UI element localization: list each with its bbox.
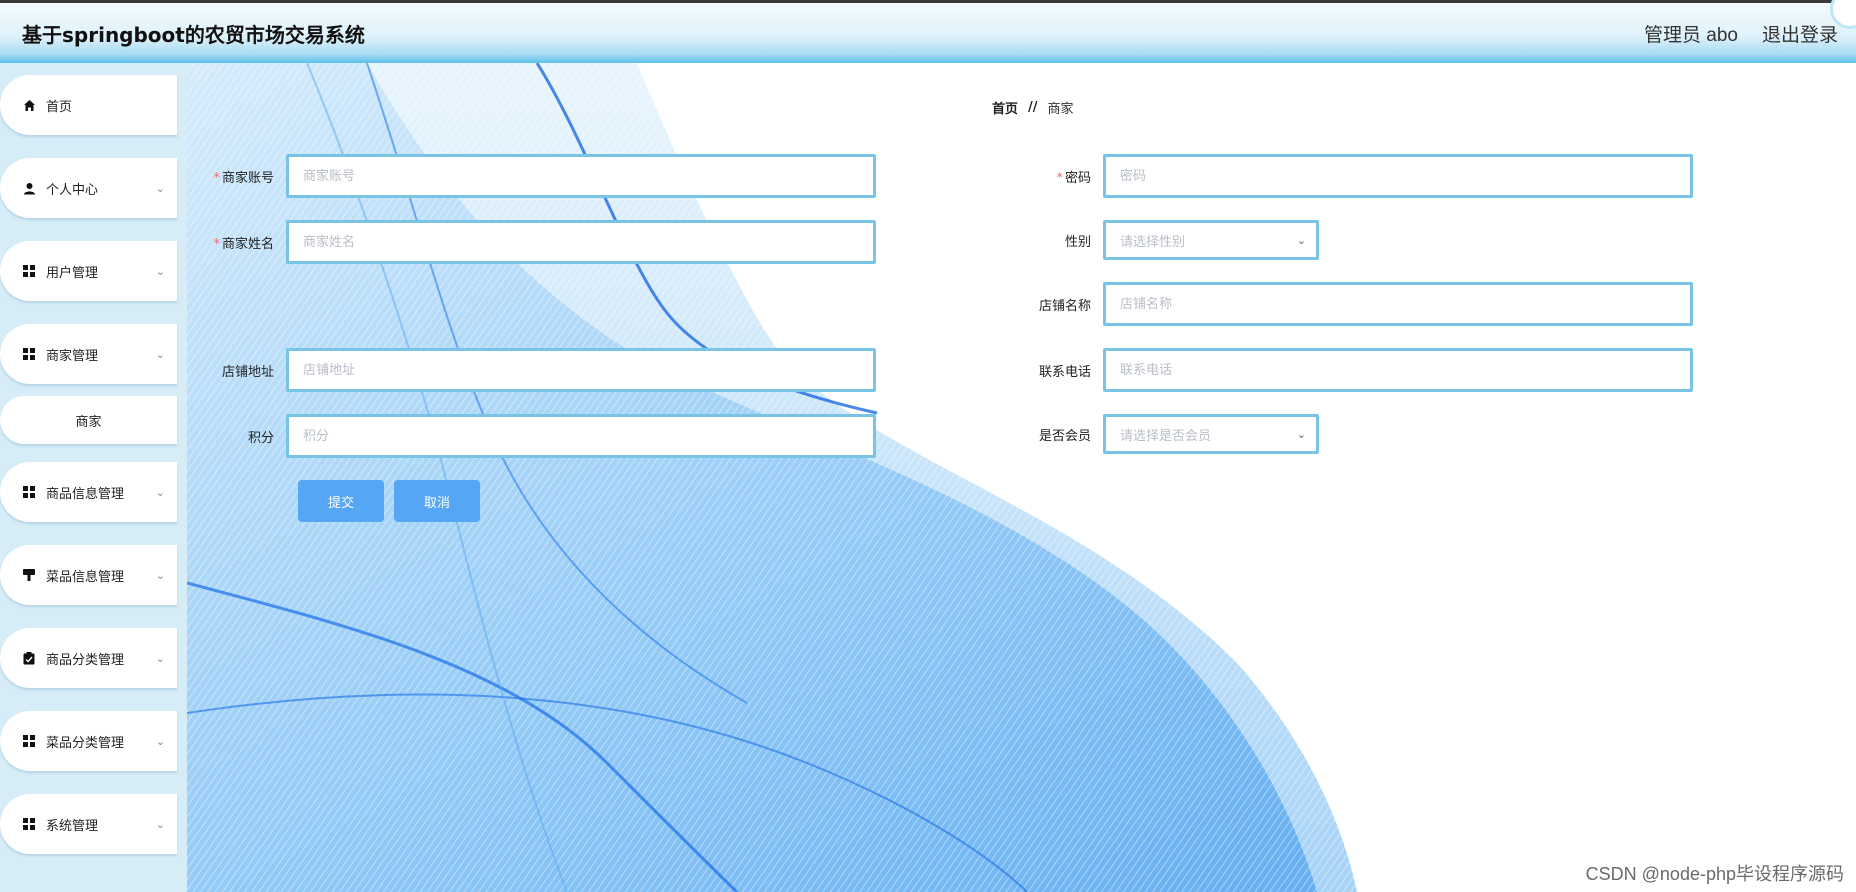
sidebar-subitem-merchant[interactable]: 商家 [0, 396, 177, 444]
chevron-down-icon: ⌄ [155, 264, 165, 278]
sidebar-item-label: 商家 [75, 414, 102, 430]
sidebar-item-system-management[interactable]: 系统管理 ⌄ [0, 794, 177, 854]
breadcrumb: 首页 // 商家 [992, 98, 1074, 117]
app-header: 基于springboot的农贸市场交易系统 管理员 abo 退出登录 [0, 0, 1856, 63]
form-row-account: * 商家账号 [186, 154, 876, 198]
form-row-member: 是否会员 请选择是否会员 ⌄ [1003, 414, 1319, 454]
sidebar-item-label: 商家管理 [46, 348, 99, 364]
phone-label: 联系电话 [1038, 364, 1091, 380]
form-row-password: * 密码 [1003, 154, 1693, 198]
member-select[interactable]: 请选择是否会员 ⌄ [1103, 414, 1319, 454]
submit-button[interactable]: 提交 [298, 480, 384, 522]
sidebar-item-label: 菜品分类管理 [46, 735, 125, 751]
phone-input[interactable] [1103, 348, 1693, 392]
sidebar-item-product-info-management[interactable]: 商品信息管理 ⌄ [0, 462, 177, 522]
current-user: 管理员 abo [1644, 24, 1738, 46]
app-title: 基于springboot的农贸市场交易系统 [22, 22, 365, 47]
points-label: 积分 [247, 430, 274, 446]
chevron-down-icon: ⌄ [155, 568, 165, 582]
clipboard-icon [22, 651, 36, 665]
name-label: * 商家姓名 [213, 236, 274, 252]
sidebar-item-home[interactable]: 首页 [0, 75, 177, 135]
chevron-down-icon: ⌄ [155, 485, 165, 499]
home-icon [22, 98, 36, 112]
sidebar-item-label: 首页 [46, 99, 73, 115]
shop-name-input[interactable] [1103, 282, 1693, 326]
breadcrumb-home[interactable]: 首页 [992, 98, 1018, 117]
breadcrumb-separator: // [1028, 100, 1038, 115]
grid-icon [22, 817, 36, 831]
form-row-shop-address: 店铺地址 [186, 348, 876, 392]
form-row-shop-name: 店铺名称 [1003, 282, 1693, 326]
name-input[interactable] [286, 220, 876, 264]
gender-label: 性别 [1064, 234, 1091, 250]
sidebar-item-label: 商品分类管理 [46, 652, 125, 668]
form-row-phone: 联系电话 [1003, 348, 1693, 392]
sidebar-item-personal-center[interactable]: 个人中心 ⌄ [0, 158, 177, 218]
sidebar-item-dish-info-management[interactable]: 菜品信息管理 ⌄ [0, 545, 177, 605]
sidebar-item-label: 菜品信息管理 [46, 569, 125, 585]
points-input[interactable] [286, 414, 876, 458]
grid-icon [22, 347, 36, 361]
sidebar-item-merchant-management[interactable]: 商家管理 ⌄ [0, 324, 177, 384]
grid-icon [22, 264, 36, 278]
sidebar-item-product-category-management[interactable]: 商品分类管理 ⌄ [0, 628, 177, 688]
chevron-down-icon: ⌄ [155, 734, 165, 748]
form-row-points: 积分 [186, 414, 876, 458]
shop-address-label: 店铺地址 [221, 364, 274, 380]
grid-icon [22, 734, 36, 748]
user-icon [22, 181, 36, 195]
password-input[interactable] [1103, 154, 1693, 198]
shop-address-input[interactable] [286, 348, 876, 392]
stamp-icon [22, 568, 36, 582]
chevron-down-icon: ⌄ [1296, 427, 1306, 441]
form-row-gender: 性别 请选择性别 ⌄ [1003, 220, 1319, 260]
chevron-down-icon: ⌄ [155, 817, 165, 831]
watermark-text: CSDN @node-php毕设程序源码 [1585, 864, 1844, 884]
chevron-down-icon: ⌄ [155, 347, 165, 361]
chevron-down-icon: ⌄ [1296, 233, 1306, 247]
chevron-down-icon: ⌄ [155, 181, 165, 195]
password-label: * 密码 [1056, 170, 1091, 186]
account-input[interactable] [286, 154, 876, 198]
sidebar-item-label: 系统管理 [46, 818, 99, 834]
sidebar: 首页 个人中心 ⌄ 用户管理 ⌄ 商家管理 ⌄ 商家 商品信息管理 ⌄ 菜品信息… [0, 63, 187, 892]
sidebar-item-label: 用户管理 [46, 265, 99, 281]
cancel-button[interactable]: 取消 [394, 480, 480, 522]
sidebar-item-label: 个人中心 [46, 182, 99, 198]
form-row-name: * 商家姓名 [186, 220, 876, 264]
breadcrumb-current: 商家 [1047, 102, 1074, 117]
gender-select[interactable]: 请选择性别 ⌄ [1103, 220, 1319, 260]
shop-name-label: 店铺名称 [1038, 298, 1091, 314]
sidebar-item-dish-category-management[interactable]: 菜品分类管理 ⌄ [0, 711, 177, 771]
sidebar-item-label: 商品信息管理 [46, 486, 125, 502]
logout-link[interactable]: 退出登录 [1762, 20, 1838, 47]
account-label: * 商家账号 [213, 170, 274, 186]
member-label: 是否会员 [1038, 428, 1091, 444]
grid-icon [22, 485, 36, 499]
member-select-placeholder: 请选择是否会员 [1120, 428, 1212, 444]
sidebar-item-user-management[interactable]: 用户管理 ⌄ [0, 241, 177, 301]
chevron-down-icon: ⌄ [155, 651, 165, 665]
gender-select-placeholder: 请选择性别 [1120, 234, 1186, 250]
